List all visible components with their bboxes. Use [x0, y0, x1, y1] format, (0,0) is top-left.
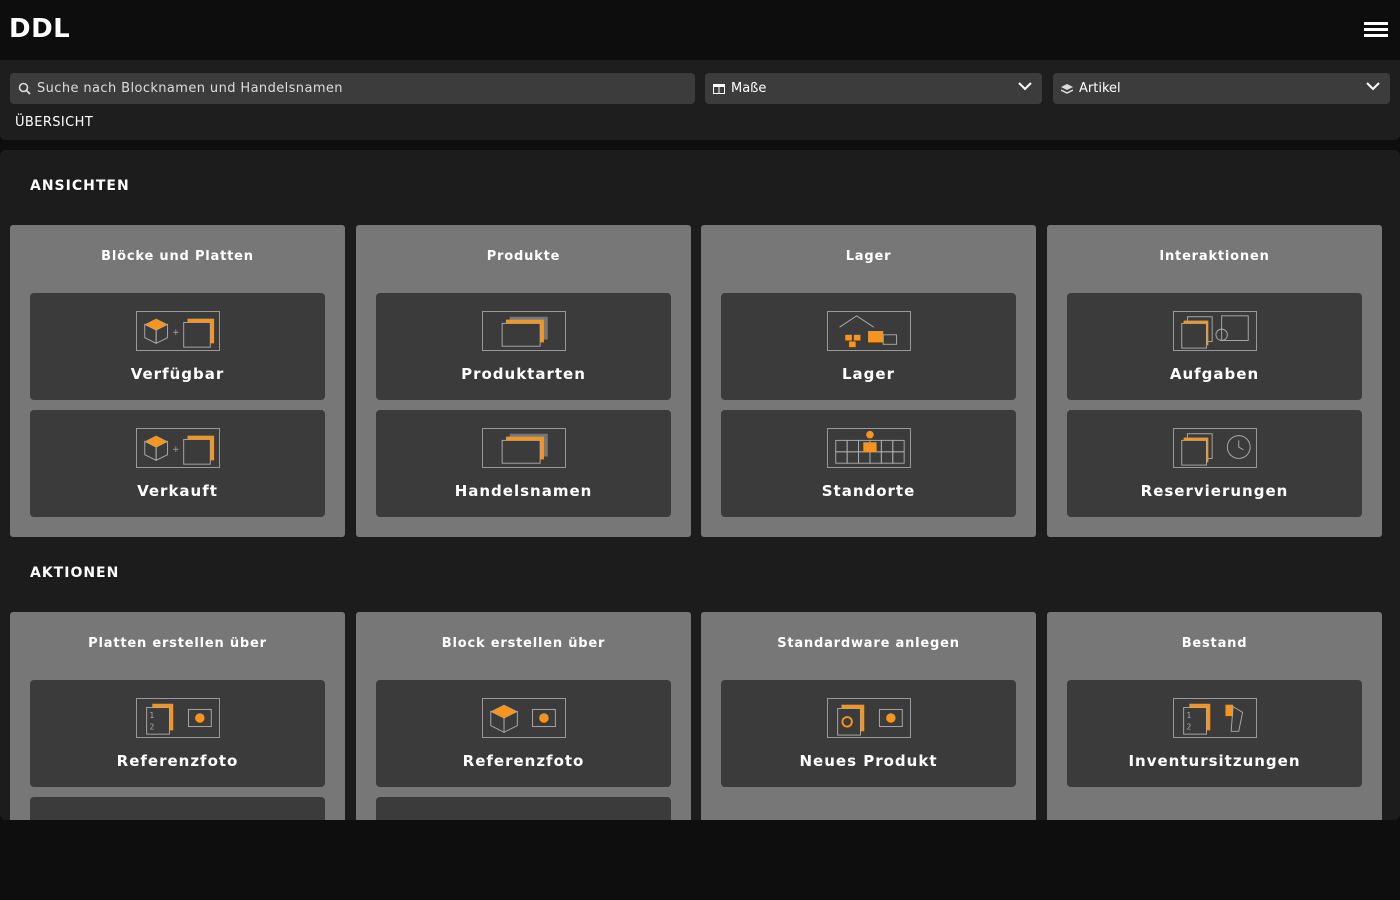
section-title: ANSICHTEN [30, 178, 130, 194]
svg-text:2: 2 [1187, 722, 1192, 731]
search-input[interactable]: Suche nach Blocknamen und Handelsnamen [10, 73, 695, 104]
warehouse-icon [827, 311, 911, 351]
svg-text:+: + [172, 328, 179, 338]
dimensions-label: Maße [731, 81, 766, 96]
list-scanner-icon: 12 [1173, 698, 1257, 738]
tile-more[interactable] [376, 797, 671, 820]
svg-text:1: 1 [1187, 711, 1192, 720]
svg-text:2: 2 [150, 722, 155, 731]
tile-label: Inventursitzungen [1067, 752, 1362, 770]
card-title: Blöcke und Platten [10, 249, 345, 264]
logo[interactable]: DDL [9, 14, 70, 44]
header: DDL [0, 0, 1400, 60]
search-icon [18, 82, 31, 95]
tile-aufgaben[interactable]: Aufgaben [1067, 293, 1362, 400]
card-title: Standardware anlegen [701, 636, 1036, 651]
card-title: Bestand [1047, 636, 1382, 651]
svg-text:1: 1 [150, 711, 155, 720]
tile-label: Produktarten [376, 365, 671, 383]
clock-icon [1173, 428, 1257, 468]
category-card: Produkte Produktarten Handelsnamen [356, 225, 691, 537]
card-title: Block erstellen über [356, 636, 691, 651]
tile-reservierungen[interactable]: Reservierungen [1067, 410, 1362, 517]
tile-verkauft[interactable]: + Verkauft [30, 410, 325, 517]
tile-label: Verfügbar [30, 365, 325, 383]
tile-label: Aufgaben [1067, 365, 1362, 383]
card-title: Lager [701, 249, 1036, 264]
tile-referenzfoto[interactable]: Referenzfoto [376, 680, 671, 787]
tile-referenzfoto[interactable]: 12 Referenzfoto [30, 680, 325, 787]
tile-label: Referenzfoto [30, 752, 325, 770]
article-label: Artikel [1079, 81, 1121, 96]
category-card: Interaktionen Aufgaben Reservierungen [1047, 225, 1382, 537]
category-card: Lager Lager Standorte [701, 225, 1036, 537]
location-icon [827, 428, 911, 468]
tile-handelsnamen[interactable]: Handelsnamen [376, 410, 671, 517]
card-title: Platten erstellen über [10, 636, 345, 651]
tile-lager[interactable]: Lager [721, 293, 1016, 400]
tile-label: Standorte [721, 482, 1016, 500]
dimensions-dropdown[interactable]: Maße [705, 73, 1042, 104]
tasks-icon [1173, 311, 1257, 351]
stack-icon [482, 428, 566, 468]
tile-neues-produkt[interactable]: Neues Produkt [721, 680, 1016, 787]
main-panel: ANSICHTENBlöcke und Platten+ Verfügbar+ … [0, 150, 1400, 820]
tile-verfügbar[interactable]: + Verfügbar [30, 293, 325, 400]
table-icon [713, 83, 725, 94]
category-card: Platten erstellen über12 Referenzfoto [10, 612, 345, 820]
block-plate-icon: + [136, 428, 220, 468]
block-plate-icon: + [136, 311, 220, 351]
chevron-down-icon [1018, 81, 1032, 91]
category-card: Standardware anlegen Neues Produkt [701, 612, 1036, 820]
block-camera-icon [482, 698, 566, 738]
tile-inventursitzungen[interactable]: 12 Inventursitzungen [1067, 680, 1362, 787]
tile-label: Handelsnamen [376, 482, 671, 500]
article-dropdown[interactable]: Artikel [1053, 73, 1390, 104]
layers-icon [1061, 83, 1073, 95]
tile-label: Referenzfoto [376, 752, 671, 770]
category-card: Bestand12 Inventursitzungen [1047, 612, 1382, 820]
list-camera-icon: 12 [136, 698, 220, 738]
svg-text:+: + [172, 445, 179, 455]
chevron-down-icon [1366, 81, 1380, 91]
section-title: AKTIONEN [30, 565, 119, 581]
tile-label: Lager [721, 365, 1016, 383]
tile-label: Neues Produkt [721, 752, 1016, 770]
tile-label: Reservierungen [1067, 482, 1362, 500]
tile-more[interactable] [30, 797, 325, 820]
tile-standorte[interactable]: Standorte [721, 410, 1016, 517]
card-title: Produkte [356, 249, 691, 264]
filter-bar: Suche nach Blocknamen und Handelsnamen M… [0, 60, 1400, 140]
breadcrumb[interactable]: ÜBERSICHT [15, 115, 93, 130]
tile-label: Verkauft [30, 482, 325, 500]
hamburger-menu-icon[interactable] [1364, 22, 1388, 38]
card-title: Interaktionen [1047, 249, 1382, 264]
category-card: Blöcke und Platten+ Verfügbar+ Verkauft [10, 225, 345, 537]
tile-produktarten[interactable]: Produktarten [376, 293, 671, 400]
search-placeholder: Suche nach Blocknamen und Handelsnamen [37, 81, 343, 96]
stack-icon [482, 311, 566, 351]
category-card: Block erstellen über Referenzfoto [356, 612, 691, 820]
gear-camera-icon [827, 698, 911, 738]
